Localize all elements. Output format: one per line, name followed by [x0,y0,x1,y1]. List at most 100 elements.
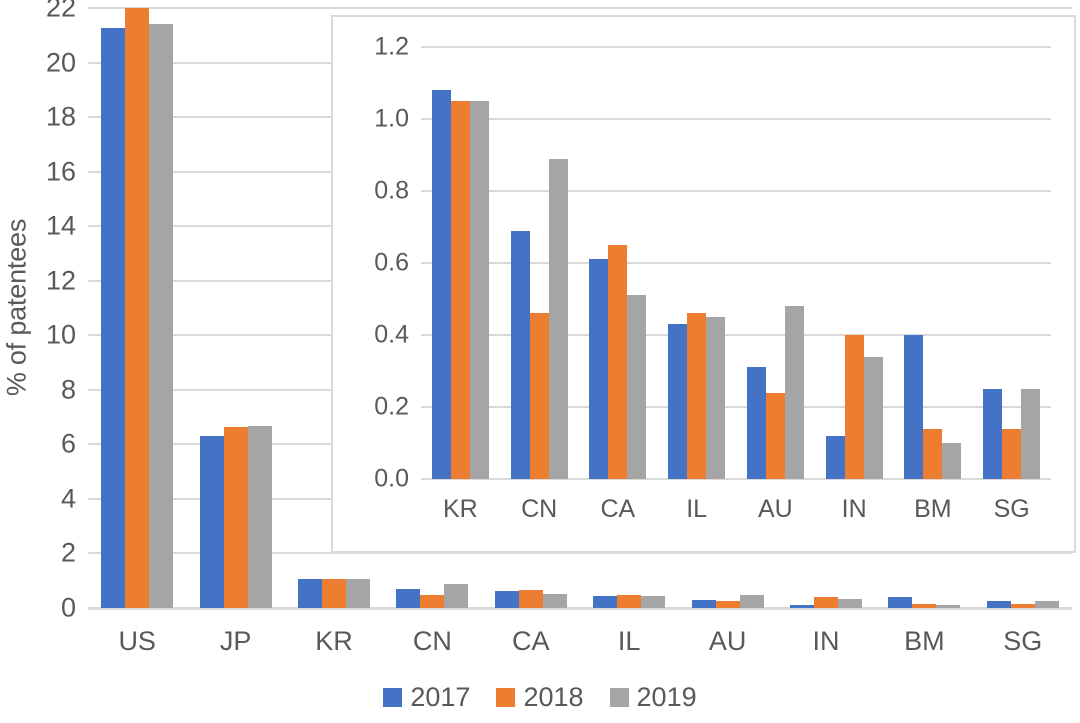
bar-il-2018 [617,595,642,608]
x-axis-tick-label: AU [708,626,747,656]
inset-bar-cn-2019 [548,158,568,479]
bar-sg-2019 [1034,601,1059,608]
bar-jp-2019 [247,425,272,608]
bar-bm-2018 [912,604,937,608]
inset-bar-in-2019 [863,356,883,479]
inset-bar-group-ca: CA [579,47,658,523]
legend-item-2018[interactable]: 2018 [496,682,584,713]
y-axis-tick-label: 8 [60,374,76,405]
bar-jp-2017 [199,435,224,608]
inset-y-axis-tick-label: 1.2 [374,32,409,61]
inset-x-axis-tick-label: AU [758,495,793,523]
inset-plot-area: 0.0 0.2 0.4 0.6 0.8 1.0 1.2 KR CN CA IL AU IN BM SG [374,33,1051,523]
chart-legend: 2017 2018 2019 [0,682,1080,713]
inset-y-axis-tick-label: 1.0 [374,104,409,133]
y-axis-tick-label: 14 [45,210,76,241]
legend-swatch-icon [609,688,629,707]
inset-x-axis-tick-label: BM [914,495,952,523]
inset-bar-group-cn: CN [500,47,579,523]
inset-bars [894,47,973,479]
bar-au-2019 [739,594,764,608]
inset-bar-ca-2017 [589,259,609,479]
y-axis-tick-label: 6 [60,428,76,459]
inset-bar-group-il: IL [657,47,736,523]
inset-bar-sg-2018 [1002,428,1022,479]
inset-bar-chart: 0.0 0.2 0.4 0.6 0.8 1.0 1.2 KR CN CA IL AU IN BM SG [331,15,1076,553]
legend-item-2019[interactable]: 2019 [609,682,697,713]
inset-x-axis-tick-label: IN [841,495,867,523]
bar-kr-2018 [321,579,346,608]
bars [186,8,284,608]
inset-y-axis-tick-label: 0.0 [374,464,409,493]
inset-bar-cn-2018 [529,313,549,479]
inset-bar-cn-2017 [510,230,530,479]
legend-label: 2019 [636,682,697,712]
bar-cn-2018 [420,595,445,608]
inset-bar-bm-2019 [942,443,962,479]
inset-y-axis-tick-label: 0.6 [374,248,409,277]
bar-in-2017 [789,604,814,608]
inset-bar-sg-2017 [983,389,1003,479]
inset-bars [500,47,579,479]
legend-label: 2017 [410,682,471,712]
bar-bm-2017 [888,597,913,608]
bar-ca-2017 [494,591,519,608]
inset-y-axis-tick-label: 0.2 [374,392,409,421]
x-axis-tick-label: BM [904,626,945,656]
inset-bar-sg-2019 [1021,389,1041,479]
x-axis-tick-label: JP [219,626,252,656]
inset-bars [579,47,658,479]
inset-bar-au-2017 [746,367,766,479]
bar-in-2019 [837,598,862,608]
bar-sg-2018 [1010,604,1035,608]
y-axis-tick-label: 22 [45,0,76,23]
legend-swatch-icon [383,688,403,707]
x-axis-tick-label: SG [1003,626,1043,656]
inset-bar-group-sg: SG [972,47,1051,523]
legend-item-2017[interactable]: 2017 [383,682,470,713]
x-axis-tick-label: CA [512,626,550,656]
bar-au-2017 [691,599,716,608]
legend-label: 2018 [523,682,584,712]
inset-bar-in-2018 [844,335,864,479]
bar-au-2018 [715,601,740,608]
bar-bm-2019 [936,605,961,608]
x-axis-tick-label: IN [812,626,840,656]
inset-bar-kr-2019 [469,101,489,479]
inset-y-axis-tick-label: 0.8 [374,176,409,205]
y-axis-tick-label: 18 [45,101,76,132]
y-axis-tick-label: 10 [45,319,76,350]
inset-bar-ca-2019 [627,295,647,479]
bar-ca-2019 [542,594,567,608]
x-axis-tick-label: KR [315,626,353,656]
inset-bar-group-in: IN [815,47,894,523]
bar-jp-2018 [223,426,248,608]
inset-bar-au-2018 [765,392,785,479]
inset-bar-group-kr: KR [421,47,500,523]
inset-bar-group-au: AU [736,47,815,523]
inset-bars [736,47,815,479]
bar-group-jp: JP [186,8,284,656]
y-axis-tick-label: 12 [45,265,76,296]
inset-bar-group-bm: BM [894,47,973,523]
bar-us-2017 [101,28,126,608]
bar-sg-2017 [986,601,1011,608]
bar-in-2018 [813,597,838,608]
inset-bar-au-2019 [784,306,804,479]
inset-bars [421,47,500,479]
inset-bars [657,47,736,479]
bars [88,8,186,608]
x-axis-tick-label: IL [617,626,641,656]
y-axis-tick-label: 2 [60,537,76,568]
inset-bar-il-2017 [668,324,688,479]
bar-kr-2017 [297,578,322,608]
bar-us-2019 [149,24,174,608]
bar-il-2017 [593,596,618,608]
x-axis-tick-label: US [118,626,156,656]
inset-bar-il-2018 [687,313,707,479]
inset-y-axis-tick-label: 0.4 [374,320,409,349]
inset-x-axis-tick-label: CA [600,495,636,523]
y-axis-tick-label: 20 [45,47,76,78]
inset-bars [972,47,1051,479]
inset-x-axis-tick-label: KR [443,495,478,523]
